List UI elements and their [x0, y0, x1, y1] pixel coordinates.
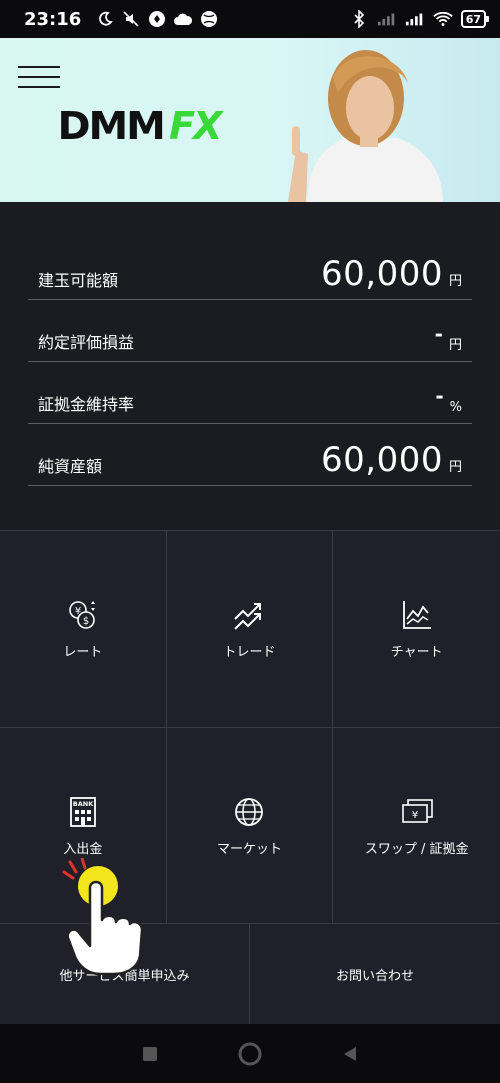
mute-icon [121, 9, 141, 29]
signal-icon [405, 9, 425, 29]
status-bar: 23:16 67 [0, 0, 500, 38]
globe-icon [235, 797, 264, 826]
home-button[interactable] [230, 1034, 270, 1074]
account-summary: 建玉可能額 60,000 円 約定評価損益 - 円 証拠金維持率 - % 純資産… [0, 202, 500, 530]
banner-model-image [288, 50, 443, 202]
menu-deposit-label: 入出金 [63, 841, 103, 857]
svg-text:$: $ [83, 616, 89, 627]
menu-market-button[interactable]: マーケット [166, 727, 334, 924]
row-unit: 円 [448, 460, 462, 475]
other-service-signup-button[interactable]: 他サービス簡単申込み [0, 924, 250, 1024]
swap-yen-icon: ¥ [401, 798, 433, 823]
back-button[interactable] [330, 1034, 370, 1074]
svg-text:BANK: BANK [73, 800, 94, 808]
contact-label: お問い合わせ [335, 968, 414, 984]
ball-icon [199, 9, 219, 29]
row-label: 証拠金維持率 [38, 395, 135, 414]
account-row-margin-ratio: 証拠金維持率 - % [28, 362, 472, 424]
app-notification-icon [147, 9, 167, 29]
row-label: 純資産額 [38, 457, 103, 476]
recent-apps-button[interactable] [130, 1034, 170, 1074]
row-label: 約定評価損益 [38, 333, 135, 352]
wifi-icon [432, 9, 453, 29]
row-unit: 円 [448, 338, 462, 353]
account-row-net-assets: 純資産額 60,000 円 [28, 424, 472, 486]
main-menu-grid: ¥ $ レート トレード チャート BANK 入出金 マーケット ¥ スワップ … [0, 530, 500, 924]
svg-text:¥: ¥ [411, 810, 417, 821]
bluetooth-icon [349, 9, 369, 29]
account-row-unrealized-pl: 約定評価損益 - 円 [28, 300, 472, 362]
chart-icon [402, 601, 431, 630]
bottom-menu: 他サービス簡単申込み お問い合わせ [0, 924, 500, 1024]
menu-market-label: マーケット [216, 841, 282, 857]
row-value: 60,000 [321, 254, 443, 294]
system-navigation-bar [0, 1024, 500, 1083]
dmm-fx-logo: DMM FX [57, 104, 222, 148]
menu-deposit-button[interactable]: BANK 入出金 [0, 727, 167, 924]
menu-rate-label: レート [63, 645, 103, 661]
menu-chart-label: チャート [390, 645, 443, 661]
row-unit: 円 [448, 274, 462, 289]
bank-icon: BANK [69, 796, 96, 827]
signal-off-icon [377, 9, 397, 29]
trade-arrows-icon [234, 603, 262, 630]
row-value: 60,000 [321, 440, 443, 480]
row-label: 建玉可能額 [38, 271, 119, 290]
menu-trade-label: トレード [223, 645, 276, 661]
menu-swap-margin-button[interactable]: ¥ スワップ / 証拠金 [333, 727, 500, 924]
contact-button[interactable]: お問い合わせ [250, 924, 500, 1024]
hamburger-menu-button[interactable] [18, 66, 60, 90]
menu-rate-button[interactable]: ¥ $ レート [0, 531, 167, 728]
cloud-icon [173, 9, 193, 29]
menu-chart-button[interactable]: チャート [333, 531, 500, 728]
menu-swap-margin-label: スワップ / 証拠金 [364, 841, 469, 857]
other-service-label: 他サービス簡単申込み [59, 968, 190, 984]
battery-indicator: 67 [460, 10, 490, 28]
account-row-available-margin: 建玉可能額 60,000 円 [28, 238, 472, 300]
menu-trade-button[interactable]: トレード [166, 531, 334, 728]
row-value: - [434, 322, 443, 346]
rate-yen-dollar-icon: ¥ $ [69, 601, 95, 630]
row-unit: % [449, 400, 462, 415]
moon-icon [95, 9, 115, 29]
header-banner: DMM FX [0, 38, 500, 202]
status-time: 23:16 [24, 8, 82, 30]
row-value: - [435, 384, 444, 408]
